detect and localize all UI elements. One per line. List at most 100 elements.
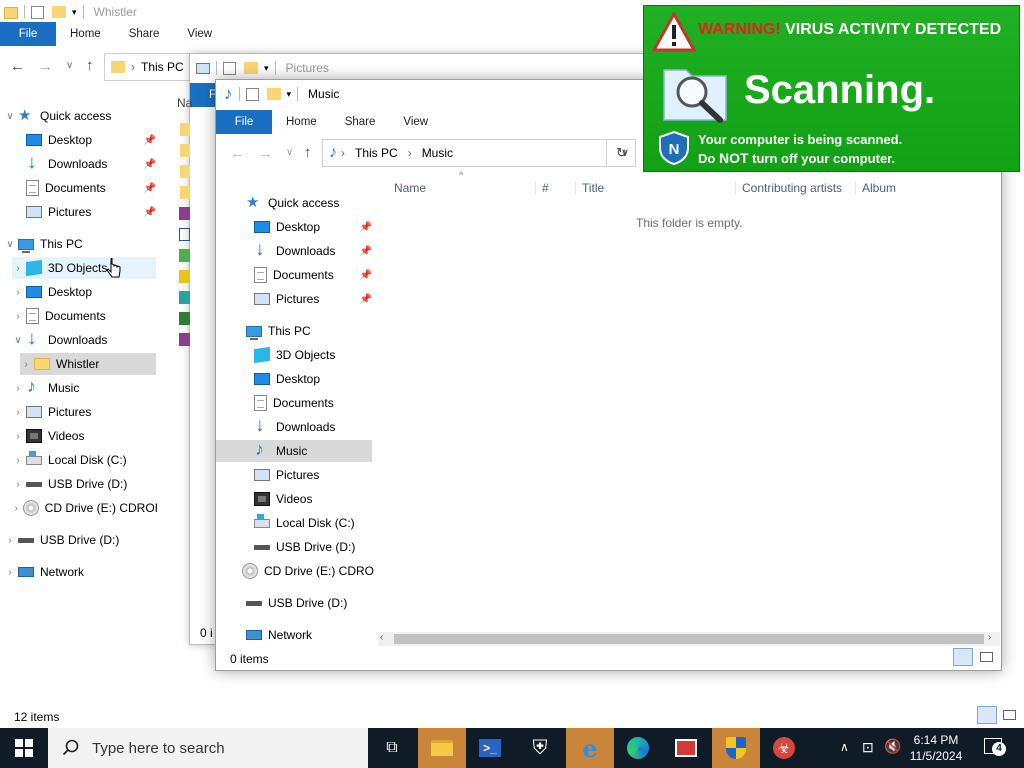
forward-arrow-icon[interactable]: → <box>258 145 273 162</box>
pin-icon[interactable]: 📌 <box>144 183 156 194</box>
nav-local-disk[interactable]: › Local Disk (C:) <box>12 449 127 471</box>
nav-this-pc[interactable]: This PC <box>232 320 311 342</box>
nav-usb-root[interactable]: USB Drive (D:) <box>232 592 347 614</box>
large-icons-view-button[interactable] <box>1001 706 1019 724</box>
nav-desktop[interactable]: Desktop <box>240 368 320 390</box>
pin-icon[interactable]: 📌 <box>360 270 372 281</box>
pin-icon[interactable]: 📌 <box>144 135 156 146</box>
nav-quick-access[interactable]: Quick access <box>232 192 339 214</box>
pin-icon[interactable]: 📌 <box>144 207 156 218</box>
start-button[interactable] <box>0 728 48 768</box>
virus-warning-popup[interactable]: WARNING! VIRUS ACTIVITY DETECTED Scannin… <box>643 5 1020 172</box>
large-icons-view-button[interactable] <box>978 648 996 666</box>
taskbar-internet-explorer[interactable]: e <box>566 728 614 768</box>
nav-qa-documents[interactable]: Documents 📌 <box>240 264 372 286</box>
scroll-right-icon[interactable]: › <box>988 632 991 643</box>
column-album[interactable]: Album <box>856 181 992 195</box>
nav-downloads[interactable]: ∨Downloads <box>12 328 107 351</box>
tab-view[interactable]: View <box>389 116 442 128</box>
volume-muted-icon[interactable]: 🔇 <box>884 738 901 755</box>
nav-network[interactable]: Network <box>232 624 312 646</box>
nav-3d-objects[interactable]: 3D Objects <box>240 344 335 366</box>
properties-icon[interactable] <box>223 61 236 75</box>
taskbar-powershell[interactable]: >_ <box>466 728 514 768</box>
column-title[interactable]: Title <box>576 181 736 195</box>
up-arrow-icon[interactable]: ↑ <box>86 57 94 74</box>
nav-videos[interactable]: › Videos <box>12 425 84 447</box>
scrollbar-thumb[interactable] <box>394 634 984 644</box>
details-view-button[interactable] <box>953 648 973 666</box>
new-folder-icon[interactable] <box>244 62 258 74</box>
new-folder-icon[interactable] <box>266 88 281 100</box>
clock[interactable]: 6:14 PM 11/5/2024 <box>906 732 966 764</box>
up-arrow-icon[interactable]: ↑ <box>304 144 312 161</box>
tab-share[interactable]: Share <box>115 28 174 40</box>
task-view-button[interactable]: ⧉ <box>368 728 416 768</box>
nav-this-pc[interactable]: ∨ This PC <box>4 233 83 255</box>
details-view-button[interactable] <box>977 706 997 724</box>
new-folder-icon[interactable] <box>52 6 66 18</box>
nav-videos[interactable]: Videos <box>240 488 312 510</box>
forward-arrow-icon[interactable]: → <box>38 58 53 75</box>
taskbar-edge[interactable] <box>614 728 662 768</box>
nav-qa-downloads[interactable]: Downloads📌 <box>240 239 372 262</box>
front-address-bar[interactable]: ♪ › This PC › Music ∨ <box>322 139 636 167</box>
properties-icon[interactable] <box>245 87 259 101</box>
nav-network[interactable]: › Network <box>4 561 84 583</box>
taskbar-security[interactable]: ⛨ <box>516 728 564 768</box>
nav-quick-access[interactable]: ∨Quick access <box>4 105 111 127</box>
nav-music[interactable]: ›Music <box>12 376 79 399</box>
breadcrumb-this-pc[interactable]: This PC <box>141 60 184 74</box>
recent-chevron-icon[interactable]: ∨ <box>66 60 73 71</box>
action-center-button[interactable]: 4 <box>982 736 1008 760</box>
network-status-icon[interactable]: ⊡ <box>862 739 874 756</box>
nav-local-disk[interactable]: Local Disk (C:) <box>240 512 355 534</box>
nav-qa-pictures[interactable]: Pictures 📌 <box>12 201 156 223</box>
customize-qat-icon[interactable]: ▾ <box>287 89 292 100</box>
file-tab[interactable]: File <box>0 22 56 46</box>
nav-documents[interactable]: › Documents <box>12 305 106 327</box>
nav-cd-drive[interactable]: › CD Drive (E:) CDROI <box>12 497 158 519</box>
customize-qat-icon[interactable]: ▾ <box>264 63 269 74</box>
horizontal-scrollbar[interactable]: ‹ › <box>378 632 1000 646</box>
taskbar-search-box[interactable]: Type here to search <box>48 728 368 768</box>
nav-documents[interactable]: Documents <box>240 392 334 414</box>
nav-downloads[interactable]: Downloads <box>240 415 335 438</box>
pin-icon[interactable]: 📌 <box>360 294 372 305</box>
customize-qat-icon[interactable]: ▾ <box>72 7 77 18</box>
tab-share[interactable]: Share <box>331 116 390 128</box>
back-address-bar[interactable]: › This PC <box>104 53 194 81</box>
nav-qa-pictures[interactable]: Pictures 📌 <box>240 288 372 310</box>
nav-usb-root[interactable]: › USB Drive (D:) <box>4 529 119 551</box>
show-hidden-icons-chevron[interactable]: ∧ <box>840 740 849 754</box>
nav-desktop[interactable]: › Desktop <box>12 281 92 303</box>
taskbar-security-app[interactable] <box>712 728 760 768</box>
file-tab[interactable]: File <box>216 110 272 134</box>
nav-qa-desktop[interactable]: Desktop 📌 <box>240 216 372 238</box>
nav-usb-drive[interactable]: › USB Drive (D:) <box>12 473 127 495</box>
nav-qa-desktop[interactable]: Desktop 📌 <box>12 129 156 151</box>
nav-whistler[interactable]: › Whistler <box>20 353 156 375</box>
nav-cd-drive[interactable]: CD Drive (E:) CDROI <box>240 560 374 582</box>
tab-home[interactable]: Home <box>272 116 331 128</box>
scroll-left-icon[interactable]: ‹ <box>380 632 383 643</box>
nav-music[interactable]: Music <box>216 439 372 462</box>
properties-icon[interactable] <box>31 5 44 19</box>
pin-icon[interactable]: 📌 <box>360 222 372 233</box>
tab-view[interactable]: View <box>173 28 226 40</box>
pin-icon[interactable]: 📌 <box>144 159 156 170</box>
back-arrow-icon[interactable]: ← <box>230 145 245 162</box>
pin-icon[interactable]: 📌 <box>360 246 372 257</box>
taskbar-app-virus[interactable]: ☣ <box>760 728 808 768</box>
nav-3d-objects[interactable]: › 3D Objects <box>12 257 156 279</box>
breadcrumb-music[interactable]: Music <box>422 146 453 160</box>
column-number[interactable]: # <box>536 181 576 195</box>
nav-qa-downloads[interactable]: Downloads📌 <box>12 152 156 175</box>
refresh-button[interactable]: ↻ <box>606 139 636 167</box>
nav-pictures[interactable]: Pictures <box>240 464 319 486</box>
recent-chevron-icon[interactable]: ∨ <box>286 147 293 158</box>
nav-usb-drive[interactable]: USB Drive (D:) <box>240 536 355 558</box>
nav-qa-documents[interactable]: Documents 📌 <box>12 177 156 199</box>
taskbar-app-red[interactable] <box>662 728 710 768</box>
tab-home[interactable]: Home <box>56 28 115 40</box>
